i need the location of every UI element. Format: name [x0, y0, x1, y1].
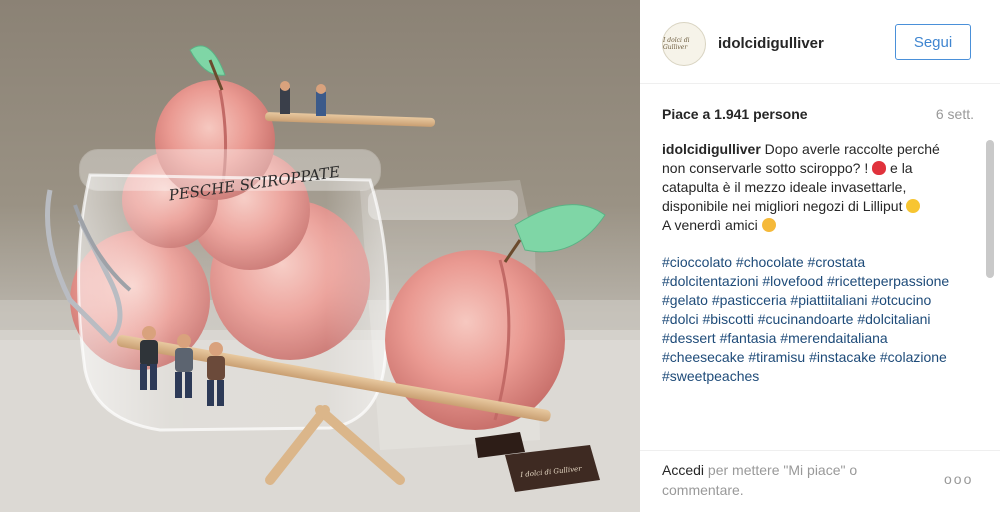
- photo-illustration: PESCHE SCIROPPATE I dolci di Gulliver: [0, 45, 640, 512]
- grin-emoji-icon: [906, 199, 921, 213]
- caption-scrollbar[interactable]: [986, 140, 994, 440]
- likes-count[interactable]: Piace a 1.941 persone: [662, 106, 808, 122]
- caption: idolcidigulliver Dopo averle raccolte pe…: [662, 140, 958, 235]
- hashtag-list[interactable]: #cioccolato #chocolate #crostata #dolcit…: [662, 253, 958, 386]
- follow-button[interactable]: Segui: [895, 24, 971, 60]
- more-options-icon[interactable]: ooo: [944, 471, 973, 487]
- caption-line-3: A venerdì amici: [662, 217, 762, 233]
- heart-emoji-icon: [872, 161, 887, 175]
- post-sidebar: I dolci di Gulliver idolcidigulliver Seg…: [640, 0, 1000, 512]
- caption-author[interactable]: idolcidigulliver: [662, 141, 761, 157]
- post-footer: Accedi per mettere "Mi piace" o commenta…: [640, 450, 1000, 512]
- username-link[interactable]: idolcidigulliver: [718, 35, 824, 52]
- post-time[interactable]: 6 sett.: [936, 106, 974, 122]
- login-link[interactable]: Accedi: [662, 462, 704, 478]
- scrollbar-thumb[interactable]: [986, 140, 994, 278]
- hug-emoji-icon: [761, 218, 776, 232]
- caption-scroll-area[interactable]: idolcidigulliver Dopo averle raccolte pe…: [662, 140, 980, 440]
- avatar-text: I dolci di Gulliver: [663, 37, 690, 51]
- post-header: I dolci di Gulliver idolcidigulliver Seg…: [640, 0, 1000, 84]
- login-prompt: Accedi per mettere "Mi piace" o commenta…: [662, 460, 902, 500]
- likes-row: Piace a 1.941 persone 6 sett.: [662, 106, 974, 126]
- avatar[interactable]: I dolci di Gulliver: [662, 22, 706, 66]
- post-photo[interactable]: PESCHE SCIROPPATE I dolci di Gulliver: [0, 0, 640, 512]
